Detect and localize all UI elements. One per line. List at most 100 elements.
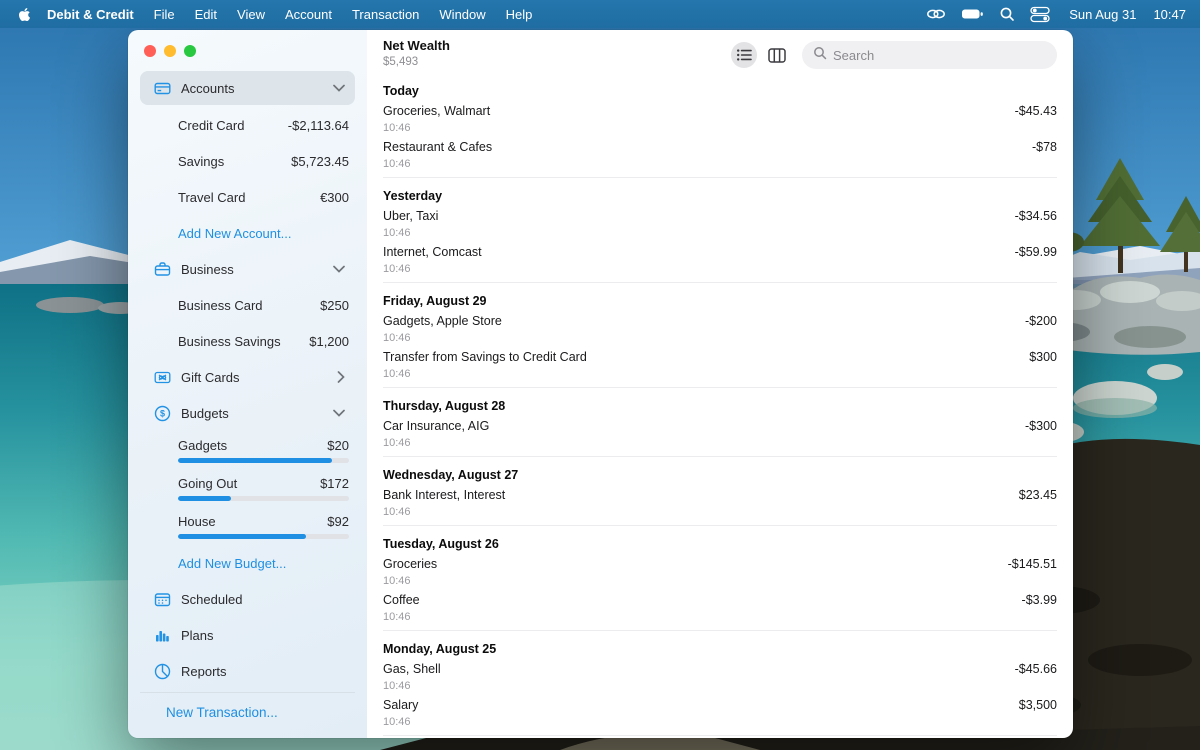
app-window: Accounts Credit Card-$2,113.64Savings$5,… [128, 30, 1073, 738]
menu-items: FileEditViewAccountTransactionWindowHelp [144, 7, 543, 22]
account-row[interactable]: Savings$5,723.45 [140, 143, 355, 179]
search-input[interactable] [833, 48, 1046, 63]
column-view-toggle[interactable] [764, 42, 790, 68]
account-row[interactable]: Business Card$250 [140, 287, 355, 323]
minimize-button[interactable] [164, 45, 176, 57]
transaction-row[interactable]: Internet, Comcast10:46-$59.99 [383, 242, 1057, 278]
transaction-info: Gadgets, Apple Store10:46 [383, 314, 502, 345]
transaction-title: Restaurant & Cafes [383, 140, 492, 155]
transaction-time: 10:46 [383, 716, 418, 729]
budget-progress-bar [178, 534, 349, 539]
add-new-budget-link[interactable]: Add New Budget... [140, 545, 355, 581]
transaction-row[interactable]: Gadgets, Apple Store10:46 -$200 [383, 311, 1057, 347]
sidebar-item-label: Reports [181, 664, 345, 679]
briefcase-icon [154, 261, 171, 278]
date-header: Thursday, August 28 [383, 398, 1057, 414]
link-icon[interactable] [926, 6, 946, 22]
budget-progress-bar [178, 458, 349, 463]
sidebar-item-plans[interactable]: Plans [140, 617, 355, 653]
transaction-group: Wednesday, August 27 Bank Interest, Inter… [383, 456, 1057, 525]
transaction-row[interactable]: Restaurant & Cafes10:46-$78 [383, 137, 1057, 173]
control-center-icon[interactable] [1030, 6, 1050, 23]
transaction-title: Transfer from Savings to Credit Card [383, 350, 587, 365]
transaction-group: Monday, August 25Gas, Shell10:46-$45.66S… [383, 630, 1057, 735]
budget-row-header: House $92 [178, 514, 349, 529]
budget-row-header: Going Out$172 [178, 476, 349, 491]
menu-view[interactable]: View [227, 7, 275, 22]
budget-amount: $172 [320, 476, 349, 491]
search-field[interactable] [802, 41, 1057, 69]
transaction-row[interactable]: Salary10:46$3,500 [383, 695, 1057, 731]
transaction-amount: -$3.99 [1022, 593, 1057, 608]
budget-row[interactable]: House $92 [140, 507, 355, 545]
transaction-row[interactable]: Bank Interest, Interest 10:46 $23.45 [383, 485, 1057, 521]
business-list: Business Card$250Business Savings$1,200 [140, 287, 355, 359]
date-header: Wednesday, August 27 [383, 467, 1057, 483]
transaction-amount: -$45.66 [1015, 662, 1057, 677]
sidebar-item-scheduled[interactable]: Scheduled [140, 581, 355, 617]
chevron-right-icon [337, 371, 345, 383]
zoom-button[interactable] [184, 45, 196, 57]
menu-edit[interactable]: Edit [185, 7, 227, 22]
transaction-row[interactable]: Groceries, Walmart10:46-$45.43 [383, 101, 1057, 137]
sidebar-footer: New Transaction... [140, 692, 355, 728]
date-header: Friday, August 29 [383, 293, 1057, 309]
menu-help[interactable]: Help [496, 7, 543, 22]
transaction-time: 10:46 [383, 506, 505, 519]
transaction-amount: -$200 [1025, 314, 1057, 329]
sidebar-item-accounts[interactable]: Accounts [140, 71, 355, 105]
battery-icon[interactable] [961, 6, 984, 22]
date-header: Today [383, 83, 1057, 99]
account-name: Travel Card [178, 190, 245, 205]
account-row[interactable]: Business Savings$1,200 [140, 323, 355, 359]
new-transaction-link[interactable]: New Transaction... [166, 705, 278, 720]
transaction-time: 10:46 [383, 611, 420, 624]
transaction-time: 10:46 [383, 368, 587, 381]
budget-amount: $92 [327, 514, 349, 529]
budget-name: Gadgets [178, 438, 227, 453]
accounts-list: Credit Card-$2,113.64Savings$5,723.45Tra… [140, 107, 355, 215]
transaction-row[interactable]: Car Insurance, AIG10:46-$300 [383, 416, 1057, 452]
menu-window[interactable]: Window [429, 7, 495, 22]
list-view-toggle[interactable] [731, 42, 757, 68]
transaction-title: Bank Interest, Interest [383, 488, 505, 503]
sidebar-item-label: Scheduled [181, 592, 345, 607]
net-wealth-title: Net Wealth [383, 38, 450, 54]
spotlight-search-icon[interactable] [999, 6, 1015, 22]
transaction-time: 10:46 [383, 227, 438, 240]
transaction-amount: $23.45 [1019, 488, 1057, 503]
apple-menu[interactable] [18, 7, 31, 22]
budget-name: House [178, 514, 216, 529]
transaction-row[interactable]: Uber, Taxi10:46-$34.56 [383, 206, 1057, 242]
transaction-row[interactable]: Gas, Shell10:46-$45.66 [383, 659, 1057, 695]
account-balance: $5,723.45 [291, 154, 349, 169]
menu-file[interactable]: File [144, 7, 185, 22]
transaction-amount: -$300 [1025, 419, 1057, 434]
menu-bar-date[interactable]: Sun Aug 31 [1069, 7, 1136, 22]
transaction-row[interactable]: Transfer from Savings to Credit Card 10:4… [383, 347, 1057, 383]
budget-row[interactable]: Gadgets$20 [140, 431, 355, 469]
sidebar-item-business[interactable]: Business [140, 251, 355, 287]
transaction-row[interactable]: Coffee10:46-$3.99 [383, 590, 1057, 626]
transaction-title: Gadgets, Apple Store [383, 314, 502, 329]
close-button[interactable] [144, 45, 156, 57]
add-new-account-link[interactable]: Add New Account... [140, 215, 355, 251]
transaction-time: 10:46 [383, 437, 489, 450]
sidebar: Accounts Credit Card-$2,113.64Savings$5,… [128, 30, 367, 738]
menu-transaction[interactable]: Transaction [342, 7, 429, 22]
transaction-info: Uber, Taxi10:46 [383, 209, 438, 240]
sidebar-item-gift-cards[interactable]: Gift Cards [140, 359, 355, 395]
account-row[interactable]: Travel Card€300 [140, 179, 355, 215]
transaction-title: Internet, Comcast [383, 245, 482, 260]
search-icon [813, 46, 827, 65]
budget-progress-fill [178, 534, 306, 539]
date-header: Yesterday [383, 188, 1057, 204]
budget-row[interactable]: Going Out$172 [140, 469, 355, 507]
transaction-row[interactable]: Groceries10:46-$145.51 [383, 554, 1057, 590]
menu-account[interactable]: Account [275, 7, 342, 22]
menu-bar-time[interactable]: 10:47 [1153, 7, 1186, 22]
sidebar-item-reports[interactable]: Reports [140, 653, 355, 689]
account-row[interactable]: Credit Card-$2,113.64 [140, 107, 355, 143]
sidebar-item-budgets[interactable]: $ Budgets [140, 395, 355, 431]
active-app-name[interactable]: Debit & Credit [47, 7, 134, 22]
